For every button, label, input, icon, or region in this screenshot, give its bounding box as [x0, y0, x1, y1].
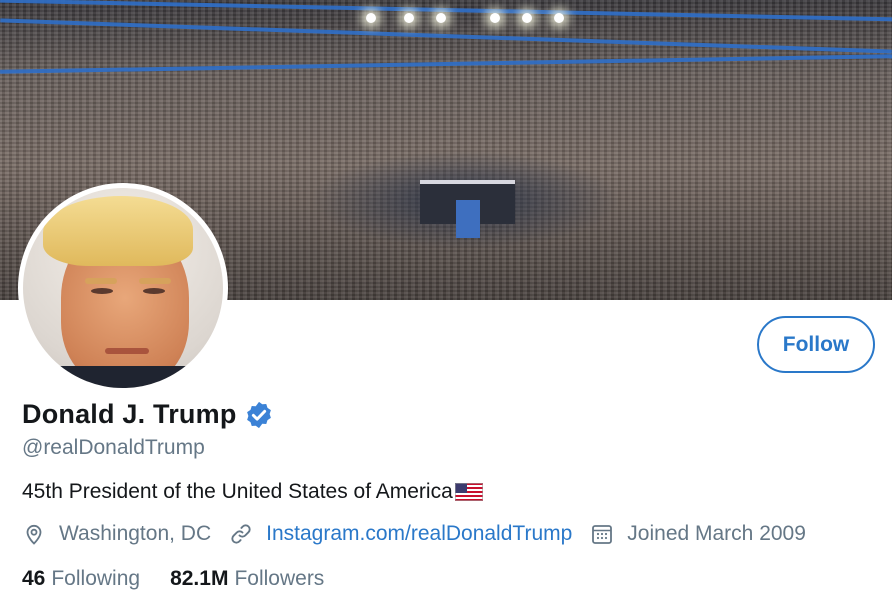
profile-website-link[interactable]: Instagram.com/realDonaldTrump [266, 522, 572, 546]
profile-stats: 46 Following 82.1M Followers [22, 567, 354, 591]
profile-website: Instagram.com/realDonaldTrump [229, 522, 572, 546]
avatar-eye-right [143, 288, 165, 294]
banner-stage-light [522, 13, 532, 23]
banner-led-ribbon-middle [0, 18, 892, 54]
profile-bio: 45th President of the United States of A… [22, 480, 483, 504]
banner-led-ribbon-top [0, 0, 892, 22]
avatar-eye-left [91, 288, 113, 294]
banner-stage-light [366, 13, 376, 23]
banner-stage-ramp [456, 200, 480, 238]
banner-stage-light [404, 13, 414, 23]
banner-stage-light [490, 13, 500, 23]
followers-stat[interactable]: 82.1M Followers [170, 567, 324, 591]
followers-count: 82.1M [170, 567, 229, 590]
avatar-mouth [105, 348, 149, 354]
profile-bio-text: 45th President of the United States of A… [22, 480, 453, 503]
profile-avatar[interactable] [18, 183, 228, 393]
profile-joined-text: Joined March 2009 [627, 522, 806, 545]
follow-button[interactable]: Follow [757, 316, 875, 373]
calendar-icon [592, 525, 613, 544]
banner-stage-light [554, 13, 564, 23]
verified-badge-icon [246, 401, 271, 428]
profile-display-name: Donald J. Trump [22, 399, 237, 429]
banner-stage-light [436, 13, 446, 23]
profile-location: Washington, DC [22, 522, 211, 546]
avatar-brow-left [85, 278, 117, 284]
profile-meta: Washington, DC Instagram.com/realDonaldT… [22, 522, 824, 546]
banner-led-ribbon-lower [0, 54, 892, 74]
followers-label: Followers [234, 567, 325, 590]
following-count: 46 [22, 567, 46, 590]
avatar-hair [43, 196, 193, 266]
profile-handle: @realDonaldTrump [22, 436, 205, 459]
link-icon [231, 524, 251, 544]
profile-location-text: Washington, DC [59, 522, 212, 545]
avatar-photo [23, 188, 223, 388]
us-flag-emoji [454, 483, 483, 501]
profile-joined: Joined March 2009 [590, 522, 806, 546]
avatar-brow-right [139, 278, 171, 284]
profile-name-row: Donald J. Trump [22, 399, 274, 430]
following-label: Following [51, 567, 141, 590]
following-stat[interactable]: 46 Following [22, 567, 140, 591]
location-pin-icon [26, 524, 42, 545]
avatar-suit [23, 366, 223, 388]
